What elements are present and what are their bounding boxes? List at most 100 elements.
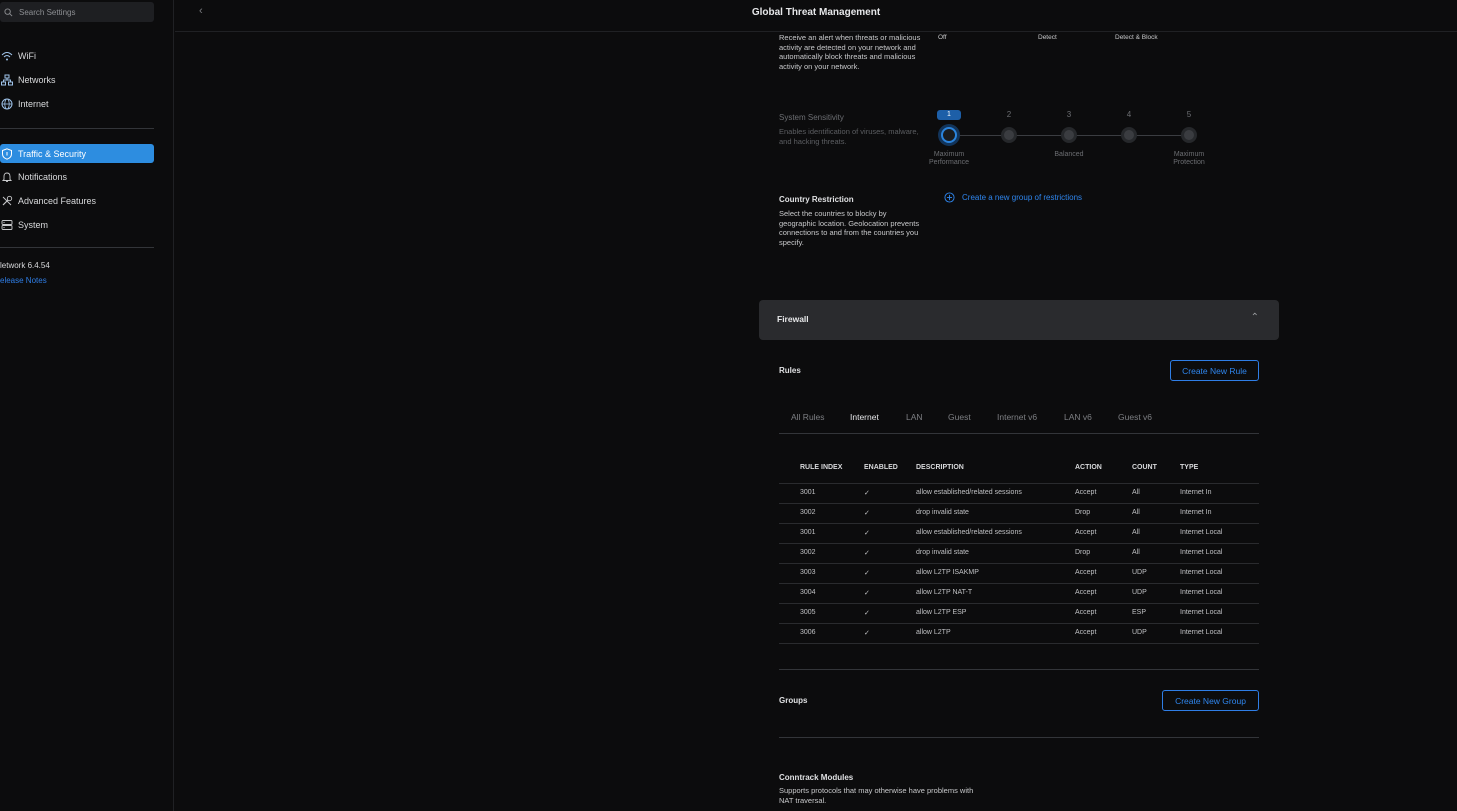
tab-guest[interactable]: Guest xyxy=(948,412,971,422)
create-restriction-group-link[interactable]: Create a new group of restrictions xyxy=(944,192,1082,203)
column-header-count[interactable]: COUNT xyxy=(1132,464,1157,471)
country-restriction-label: Country Restriction xyxy=(779,195,854,204)
sensitivity-knob-1[interactable] xyxy=(941,127,957,143)
tab-lan-v6[interactable]: LAN v6 xyxy=(1064,412,1092,422)
caption-maximum-protection: Maximum Protection xyxy=(1173,151,1205,166)
cell-type: Internet In xyxy=(1180,489,1212,496)
check-icon: ✓ xyxy=(864,630,870,637)
sensitivity-knob-3[interactable] xyxy=(1061,127,1077,143)
conntrack-modules-description: Supports protocols that may otherwise ha… xyxy=(779,786,974,805)
cell-count: All xyxy=(1132,529,1140,536)
mode-off-option[interactable]: Off xyxy=(938,34,947,41)
cell-description: allow L2TP ISAKMP xyxy=(916,569,979,576)
cell-description: allow L2TP NAT-T xyxy=(916,589,973,596)
cell-action: Accept xyxy=(1075,629,1097,636)
check-icon: ✓ xyxy=(864,490,870,497)
column-header-enabled[interactable]: ENABLED xyxy=(864,464,898,471)
mode-detect-option[interactable]: Detect xyxy=(1038,34,1057,41)
threat-alert-description: Receive an alert when threats or malicio… xyxy=(779,33,921,71)
sensitivity-knob-4[interactable] xyxy=(1121,127,1137,143)
table-row[interactable]: 3001 ✓ allow established/related session… xyxy=(779,483,1259,503)
table-row[interactable]: 3004 ✓ allow L2TP NAT-T Accept UDP Inter… xyxy=(779,583,1259,603)
table-row[interactable]: 3002 ✓ drop invalid state Drop All Inter… xyxy=(779,503,1259,523)
column-header-type[interactable]: TYPE xyxy=(1180,464,1198,471)
step-number-3: 3 xyxy=(1066,110,1072,119)
section-divider xyxy=(779,737,1259,738)
tab-guest-v6[interactable]: Guest v6 xyxy=(1118,412,1152,422)
caption-maximum-performance: Maximum Performance xyxy=(928,151,970,166)
cell-action: Drop xyxy=(1075,509,1091,516)
caption-balanced: Balanced xyxy=(1054,151,1084,158)
cell-description: allow L2TP xyxy=(916,629,951,636)
cell-count: All xyxy=(1132,509,1140,516)
cell-rule-index: 3003 xyxy=(800,569,816,576)
check-icon: ✓ xyxy=(864,590,870,597)
sensitivity-knob-2[interactable] xyxy=(1001,127,1017,143)
cell-description: drop invalid state xyxy=(916,549,969,556)
step-number-5: 5 xyxy=(1186,110,1192,119)
create-restriction-group-label: Create a new group of restrictions xyxy=(962,193,1083,202)
firewall-section-header[interactable]: Firewall ⌃ xyxy=(759,300,1279,340)
main-content: Receive an alert when threats or malicio… xyxy=(0,0,1457,811)
table-row[interactable]: 3003 ✓ allow L2TP ISAKMP Accept UDP Inte… xyxy=(779,563,1259,583)
cell-type: Internet Local xyxy=(1180,549,1223,556)
table-bottom-border xyxy=(779,643,1259,644)
groups-label: Groups xyxy=(779,696,808,705)
cell-action: Accept xyxy=(1075,489,1097,496)
table-row[interactable]: 3001 ✓ allow established/related session… xyxy=(779,523,1259,543)
cell-rule-index: 3001 xyxy=(800,489,816,496)
create-new-group-button[interactable]: Create New Group xyxy=(1162,690,1259,711)
cell-action: Accept xyxy=(1075,609,1097,616)
check-icon: ✓ xyxy=(864,610,870,617)
cell-type: Internet Local xyxy=(1180,529,1223,536)
table-row[interactable]: 3002 ✓ drop invalid state Drop All Inter… xyxy=(779,543,1259,563)
cell-action: Accept xyxy=(1075,529,1097,536)
cell-type: Internet Local xyxy=(1180,589,1223,596)
section-divider xyxy=(779,669,1259,670)
check-icon: ✓ xyxy=(864,550,870,557)
cell-count: All xyxy=(1132,489,1140,496)
tab-lan[interactable]: LAN xyxy=(906,412,923,422)
column-header-rule-index[interactable]: RULE INDEX xyxy=(800,464,842,471)
cell-action: Accept xyxy=(1075,589,1097,596)
column-header-description[interactable]: DESCRIPTION xyxy=(916,464,964,471)
cell-rule-index: 3002 xyxy=(800,549,816,556)
plus-circle-icon xyxy=(944,192,955,203)
cell-rule-index: 3001 xyxy=(800,529,816,536)
sensitivity-description: Enables identification of viruses, malwa… xyxy=(779,127,919,146)
cell-rule-index: 3006 xyxy=(800,629,816,636)
sensitivity-knob-5[interactable] xyxy=(1181,127,1197,143)
chevron-up-icon[interactable]: ⌃ xyxy=(1251,312,1259,323)
table-row[interactable]: 3006 ✓ allow L2TP Accept UDP Internet Lo… xyxy=(779,623,1259,643)
cell-type: Internet Local xyxy=(1180,629,1223,636)
cell-count: UDP xyxy=(1132,629,1147,636)
cell-type: Internet In xyxy=(1180,509,1212,516)
column-header-action[interactable]: ACTION xyxy=(1075,464,1102,471)
create-new-rule-button[interactable]: Create New Rule xyxy=(1170,360,1259,381)
cell-rule-index: 3002 xyxy=(800,509,816,516)
rules-label: Rules xyxy=(779,366,801,375)
mode-detect-block-option[interactable]: Detect & Block xyxy=(1115,34,1158,41)
cell-type: Internet Local xyxy=(1180,609,1223,616)
step-number-2: 2 xyxy=(1006,110,1012,119)
rule-tabs: All Rules Internet LAN Guest Internet v6… xyxy=(779,405,1259,434)
step-number-1: 1 xyxy=(937,110,961,120)
cell-description: allow L2TP ESP xyxy=(916,609,967,616)
tab-internet-v6[interactable]: Internet v6 xyxy=(997,412,1037,422)
tab-internet[interactable]: Internet xyxy=(850,412,879,422)
cell-type: Internet Local xyxy=(1180,569,1223,576)
check-icon: ✓ xyxy=(864,530,870,537)
country-restriction-description: Select the countries to blocky by geogra… xyxy=(779,209,920,247)
cell-action: Drop xyxy=(1075,549,1091,556)
cell-description: allow established/related sessions xyxy=(916,529,1022,536)
cell-count: All xyxy=(1132,549,1140,556)
tab-all-rules[interactable]: All Rules xyxy=(791,412,825,422)
conntrack-modules-label: Conntrack Modules xyxy=(779,773,854,782)
cell-description: allow established/related sessions xyxy=(916,489,1022,496)
cell-rule-index: 3004 xyxy=(800,589,816,596)
cell-count: UDP xyxy=(1132,589,1147,596)
table-row[interactable]: 3005 ✓ allow L2TP ESP Accept ESP Interne… xyxy=(779,603,1259,623)
cell-description: drop invalid state xyxy=(916,509,969,516)
cell-rule-index: 3005 xyxy=(800,609,816,616)
step-number-4: 4 xyxy=(1126,110,1132,119)
